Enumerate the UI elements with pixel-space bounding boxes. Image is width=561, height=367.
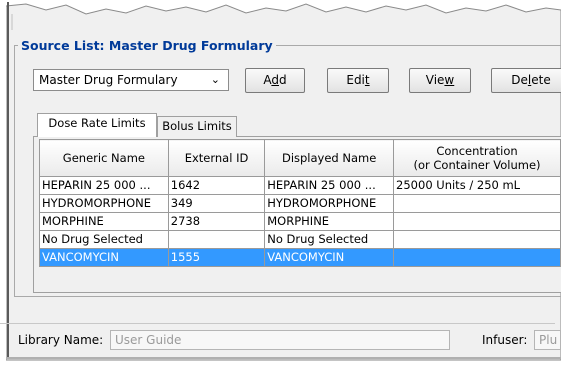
cell-external: 1555 — [167, 248, 266, 267]
edit-label-pre: Edi — [346, 73, 365, 87]
cell-generic: HEPARIN 25 000 ... — [39, 176, 169, 195]
infuser-field[interactable]: Plu — [534, 330, 561, 350]
chevron-down-icon: ⌄ — [210, 73, 220, 86]
table-row[interactable]: HEPARIN 25 000 ... 1642 HEPARIN 25 000 .… — [39, 176, 561, 195]
delete-label-pre: De — [511, 73, 528, 87]
cell-external: 1642 — [167, 176, 266, 195]
table-row[interactable]: MORPHINE 2738 MORPHINE — [39, 212, 561, 231]
delete-button[interactable]: Delete — [491, 68, 561, 93]
cell-external — [167, 230, 266, 249]
table-row[interactable]: No Drug Selected No Drug Selected — [39, 230, 561, 249]
cell-displayed: VANCOMYCIN — [264, 248, 395, 267]
cell-displayed: HEPARIN 25 000 ... — [264, 176, 395, 195]
cell-generic: MORPHINE — [39, 212, 169, 231]
view-button[interactable]: View — [409, 68, 471, 93]
library-status-bar: Library Name: User Guide Infuser: Plu — [0, 323, 561, 356]
header-generic-name[interactable]: Generic Name — [39, 139, 169, 177]
cell-generic: HYDROMORPHONE — [39, 194, 169, 213]
cell-concentration — [393, 212, 561, 231]
header-displayed-name[interactable]: Displayed Name — [264, 139, 395, 177]
dropdown-value: Master Drug Formulary — [39, 73, 178, 87]
cell-displayed: No Drug Selected — [264, 230, 395, 249]
tab-dose-rate-limits[interactable]: Dose Rate Limits — [37, 113, 157, 137]
header-concentration[interactable]: Concentration (or Container Volume) — [393, 139, 561, 177]
delete-label-post: ete — [531, 73, 551, 87]
add-button[interactable]: Add — [245, 68, 305, 93]
tab-bolus-limits[interactable]: Bolus Limits — [157, 116, 237, 137]
cell-generic: VANCOMYCIN — [39, 248, 169, 267]
library-name-label: Library Name: — [18, 333, 104, 347]
table-header-row: Generic Name External ID Displayed Name … — [39, 139, 561, 177]
add-label-accel: d — [271, 73, 279, 87]
library-name-field[interactable]: User Guide — [110, 330, 450, 350]
cell-displayed: MORPHINE — [264, 212, 395, 231]
view-label-pre: Vie — [425, 73, 445, 87]
add-label-post: d — [279, 73, 287, 87]
table-row-selected[interactable]: VANCOMYCIN 1555 VANCOMYCIN — [39, 248, 561, 267]
table-row[interactable]: HYDROMORPHONE 349 HYDROMORPHONE — [39, 194, 561, 213]
source-list-dropdown[interactable]: Master Drug Formulary ⌄ — [33, 69, 229, 91]
header-external-id[interactable]: External ID — [167, 139, 266, 177]
edit-button[interactable]: Edit — [327, 68, 389, 93]
drug-table: Generic Name External ID Displayed Name … — [39, 139, 561, 267]
group-title: Source List: Master Drug Formulary — [18, 38, 276, 53]
header-concentration-line1: Concentration — [436, 144, 518, 158]
cell-external: 349 — [167, 194, 266, 213]
header-concentration-line2: (or Container Volume) — [413, 158, 541, 172]
cell-concentration — [393, 230, 561, 249]
cell-external: 2738 — [167, 212, 266, 231]
cell-generic: No Drug Selected — [39, 230, 169, 249]
infuser-label: Infuser: — [482, 333, 528, 347]
cell-concentration: 25000 Units / 250 mL — [393, 176, 561, 195]
cell-concentration — [393, 194, 561, 213]
view-label-accel: w — [444, 73, 455, 87]
cell-displayed: HYDROMORPHONE — [264, 194, 395, 213]
cell-concentration — [393, 248, 561, 267]
edit-label-accel: t — [364, 73, 370, 87]
